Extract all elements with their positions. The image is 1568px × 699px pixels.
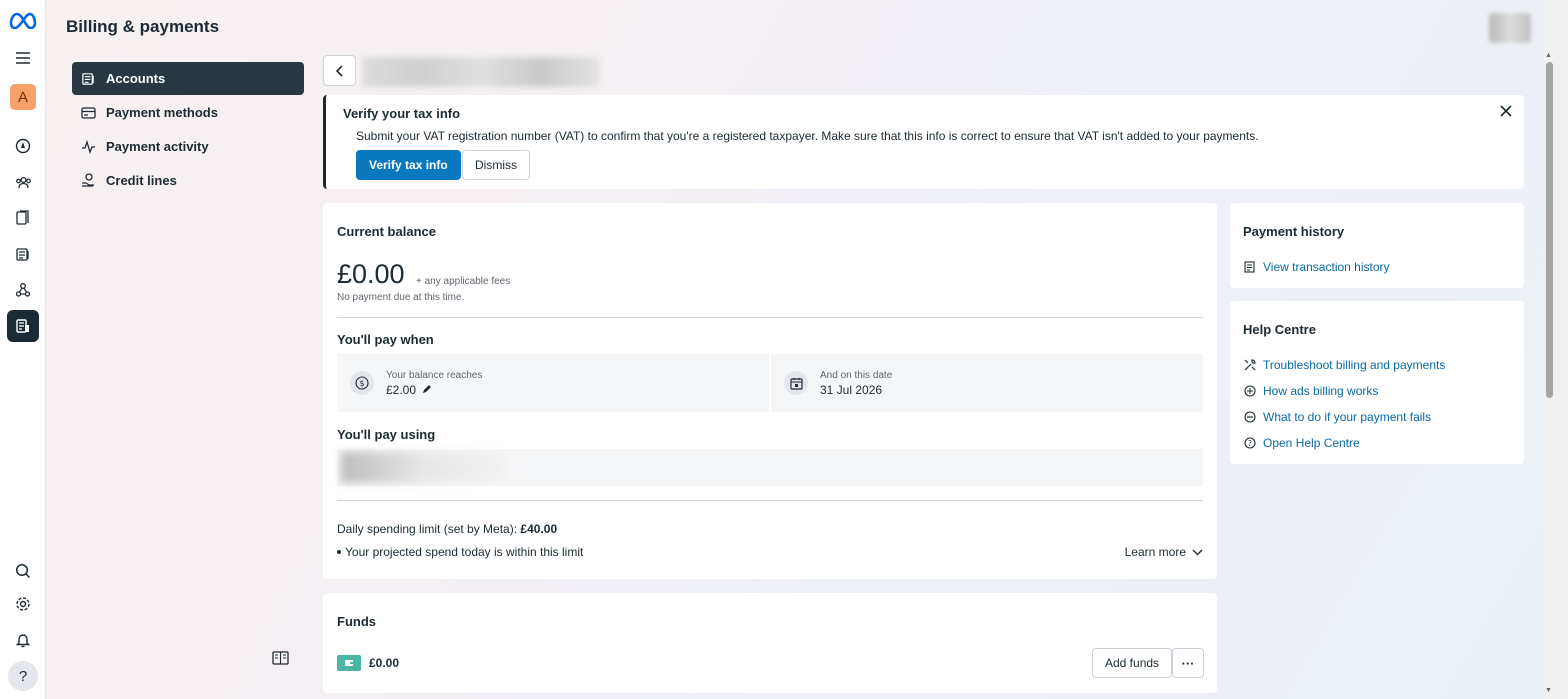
funds-heading: Funds	[337, 614, 376, 629]
minus-circle-icon	[1243, 411, 1256, 424]
card-icon	[80, 105, 96, 121]
billing-active-icon[interactable]	[7, 310, 39, 342]
divider	[337, 317, 1203, 318]
payment-history-card: Payment history View transaction history	[1230, 203, 1524, 288]
wallet-icon	[337, 655, 361, 671]
open-help-centre-link[interactable]: ? Open Help Centre	[1243, 436, 1360, 450]
funds-amount: £0.00	[369, 656, 400, 670]
learn-more-toggle[interactable]: Learn more	[1125, 545, 1203, 559]
date-label: And on this date	[820, 369, 893, 381]
account-name-redacted	[362, 57, 600, 87]
help-centre-card: Help Centre Troubleshoot billing and pay…	[1230, 301, 1524, 464]
meta-logo-icon[interactable]	[7, 4, 39, 36]
people-icon[interactable]	[7, 166, 39, 198]
limit-value: £40.00	[520, 522, 558, 536]
limit-status-text: Your projected spend today is within thi…	[345, 545, 584, 559]
date-value: 31 Jul 2026	[820, 382, 883, 397]
date-box: And on this date 31 Jul 2026	[771, 354, 1203, 412]
funds-card: Funds £0.00 Add funds ···	[323, 593, 1217, 693]
menu-icon[interactable]	[7, 42, 39, 74]
more-options-button[interactable]: ···	[1172, 648, 1204, 678]
activity-icon	[80, 139, 96, 155]
chevron-down-icon	[1192, 549, 1203, 555]
sidebar-item-credit-lines[interactable]: Credit lines	[72, 164, 304, 197]
receipt-icon	[1243, 261, 1256, 274]
scroll-down-icon[interactable]: ▼	[1545, 687, 1552, 694]
profile-avatar[interactable]	[1489, 13, 1531, 43]
scrollbar-thumb[interactable]	[1546, 62, 1553, 398]
dollar-circle-icon: $	[350, 371, 374, 395]
network-icon[interactable]	[7, 274, 39, 306]
account-avatar[interactable]: A	[7, 81, 39, 113]
sidebar-item-label: Credit lines	[106, 173, 177, 188]
close-icon[interactable]	[1500, 105, 1512, 120]
collapse-panel-icon[interactable]	[272, 651, 289, 668]
add-funds-button[interactable]: Add funds	[1092, 648, 1173, 678]
link-label: How ads billing works	[1263, 384, 1379, 398]
back-button[interactable]	[323, 55, 356, 86]
scroll-up-icon[interactable]: ▲	[1545, 52, 1552, 59]
dismiss-button[interactable]: Dismiss	[462, 150, 530, 180]
tax-info-banner: Verify your tax info Submit your VAT reg…	[323, 95, 1524, 189]
view-transaction-history-link[interactable]: View transaction history	[1243, 260, 1390, 274]
payment-method-redacted	[341, 452, 509, 483]
link-label: Troubleshoot billing and payments	[1263, 358, 1446, 372]
help-heading: Help Centre	[1243, 322, 1316, 337]
svg-text:$: $	[359, 379, 364, 388]
page-title: Billing & payments	[66, 17, 220, 36]
compass-icon[interactable]	[7, 130, 39, 162]
sidebar-item-payment-methods[interactable]: Payment methods	[72, 96, 304, 129]
fees-note: + any applicable fees	[416, 276, 511, 287]
limit-label: Daily spending limit (set by Meta):	[337, 522, 518, 536]
link-label: What to do if your payment fails	[1263, 410, 1432, 424]
banner-title: Verify your tax info	[343, 106, 461, 121]
status-dot	[337, 550, 341, 554]
how-billing-works-link[interactable]: How ads billing works	[1243, 384, 1378, 398]
pay-using-heading: You'll pay using	[337, 427, 436, 442]
threshold-label: Your balance reaches	[386, 369, 483, 381]
limit-status: Your projected spend today is within thi…	[337, 545, 583, 559]
bell-icon[interactable]	[7, 624, 39, 656]
divider	[337, 500, 1203, 501]
balance-amount: £0.00	[337, 259, 405, 289]
sidebar-item-accounts[interactable]: Accounts	[72, 62, 304, 95]
sidebar-item-label: Accounts	[106, 71, 166, 86]
settings-icon[interactable]	[7, 588, 39, 620]
troubleshoot-link[interactable]: Troubleshoot billing and payments	[1243, 358, 1445, 372]
svg-text:?: ?	[1248, 439, 1252, 448]
card-heading: Current balance	[337, 224, 436, 239]
history-heading: Payment history	[1243, 224, 1345, 239]
current-balance-card: Current balance £0.00 + any applicable f…	[323, 203, 1217, 579]
link-label: Open Help Centre	[1263, 436, 1360, 450]
verify-tax-button[interactable]: Verify tax info	[356, 150, 461, 180]
chevron-left-icon	[335, 64, 343, 77]
left-rail: A ?	[0, 0, 46, 699]
spending-limit: Daily spending limit (set by Meta): £40.…	[337, 522, 557, 536]
question-circle-icon: ?	[1243, 437, 1256, 450]
sidebar-item-label: Payment activity	[106, 139, 209, 154]
help-button[interactable]: ?	[7, 660, 39, 692]
threshold-box: $ Your balance reaches £2.00	[337, 354, 769, 412]
billing-circle-icon	[1243, 385, 1256, 398]
banner-description: Submit your VAT registration number (VAT…	[356, 129, 1259, 143]
payment-status: No payment due at this time.	[337, 292, 465, 303]
pencil-icon[interactable]	[422, 383, 432, 397]
search-icon[interactable]	[7, 555, 39, 587]
tools-icon	[1243, 359, 1256, 372]
payment-fails-link[interactable]: What to do if your payment fails	[1243, 410, 1431, 424]
link-label: View transaction history	[1263, 260, 1390, 274]
billing-icon[interactable]	[7, 238, 39, 270]
learn-more-label: Learn more	[1124, 545, 1186, 559]
sidebar-item-label: Payment methods	[106, 105, 218, 120]
pay-when-heading: You'll pay when	[337, 332, 434, 347]
sidebar-item-payment-activity[interactable]: Payment activity	[72, 130, 304, 163]
accounts-icon	[80, 71, 96, 87]
payment-method-box[interactable]	[337, 449, 1203, 486]
pages-icon[interactable]	[7, 202, 39, 234]
credit-lines-icon	[80, 173, 96, 189]
threshold-value: £2.00	[386, 382, 417, 397]
calendar-icon	[784, 371, 808, 395]
